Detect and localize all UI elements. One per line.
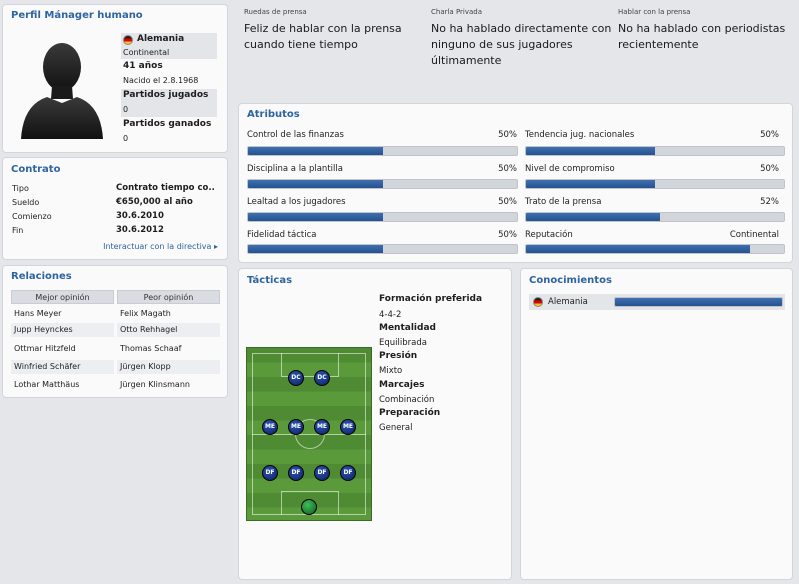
player-midfielder[interactable]: ME xyxy=(288,419,304,435)
player-midfielder[interactable]: ME xyxy=(340,419,356,435)
worst-opinion-cell[interactable]: Thomas Schaaf xyxy=(117,342,220,356)
attr-press-handling-label: Trato de la prensa xyxy=(525,197,602,207)
attr-player-loyalty-label: Lealtad a los jugadores xyxy=(247,197,346,207)
board-interaction-link[interactable]: Interactuar con la directiva ▸ xyxy=(103,242,218,251)
start-label: Comienzo xyxy=(12,212,52,221)
knowledge-country: Alemania xyxy=(548,297,588,307)
attr-player-loyalty-value: 50% xyxy=(498,197,517,207)
attr-squad-discipline-label: Disciplina a la plantilla xyxy=(247,164,343,174)
attr-player-loyalty-bar xyxy=(247,212,518,222)
matches-won-value: 0 xyxy=(123,134,129,143)
attr-tactical-fidelity-value: 50% xyxy=(498,230,517,240)
pressing-value: Mixto xyxy=(379,366,403,376)
matches-played-value: 0 xyxy=(123,105,129,114)
talk-to-press-text: No ha hablado con periodistas recienteme… xyxy=(618,22,786,51)
worst-opinion-cell[interactable]: Jürgen Klopp xyxy=(117,360,220,374)
end-label: Fin xyxy=(12,226,24,235)
player-forward[interactable]: DC xyxy=(314,370,330,386)
preparation-value: General xyxy=(379,423,413,433)
nationality: Alemania xyxy=(137,34,185,44)
salary-label: Sueldo xyxy=(12,198,40,207)
attributes-title: Atributos xyxy=(247,109,300,120)
attr-reputation-label: Reputación xyxy=(525,230,573,240)
attr-finance-control-bar xyxy=(247,146,518,156)
attr-press-handling-value: 52% xyxy=(760,197,779,207)
preparation-label: Preparación xyxy=(379,408,441,418)
player-midfielder[interactable]: ME xyxy=(314,419,330,435)
profile-panel: Perfil Mánager humano Alemania Continent… xyxy=(2,4,228,153)
attr-commitment-bar xyxy=(525,179,785,189)
private-chat-text: No ha hablado directamente con ninguno d… xyxy=(431,22,612,67)
press-conferences-label: Ruedas de prensa xyxy=(244,8,307,16)
marking-label: Marcajes xyxy=(379,380,425,390)
birth-date: Nacido el 2.8.1968 xyxy=(123,76,199,85)
contract-type-label: Tipo xyxy=(12,184,29,193)
press-conferences-text: Feliz de hablar con la prensa cuando tie… xyxy=(244,22,402,51)
attr-tactical-fidelity-label: Fidelidad táctica xyxy=(247,230,317,240)
player-midfielder[interactable]: ME xyxy=(262,419,278,435)
matches-won-label: Partidos ganados xyxy=(123,119,212,129)
attr-commitment-label: Nivel de compromiso xyxy=(525,164,615,174)
tactics-pitch: DC DC ME ME ME ME DF DF DF DF xyxy=(246,347,372,521)
manager-silhouette xyxy=(21,43,103,139)
attr-finance-control-value: 50% xyxy=(498,130,517,140)
private-chat-label: Charla Privada xyxy=(431,8,483,16)
salary-value: €650,000 al año xyxy=(116,197,193,207)
age: 41 años xyxy=(123,61,163,71)
attributes-panel: Atributos Control de las finanzas 50% Di… xyxy=(238,103,793,263)
attr-squad-discipline-value: 50% xyxy=(498,164,517,174)
profile-title: Perfil Mánager humano xyxy=(11,10,143,21)
best-opinion-cell[interactable]: Jupp Heynckes xyxy=(11,323,114,337)
attr-national-players-value: 50% xyxy=(760,130,779,140)
marking-value: Combinación xyxy=(379,395,435,405)
pressing-label: Presión xyxy=(379,351,418,361)
contract-panel: Contrato Tipo Contrato tiempo co.. Sueld… xyxy=(2,157,228,260)
germany-flag-icon xyxy=(123,35,133,45)
formation-label: Formación preferida xyxy=(379,294,483,304)
attr-reputation-value: Continental xyxy=(729,230,779,240)
attr-finance-control-label: Control de las finanzas xyxy=(247,130,344,140)
continent: Continental xyxy=(123,48,170,57)
worst-opinion-cell[interactable]: Otto Rehhagel xyxy=(117,323,220,337)
relations-panel: Relaciones Mejor opinión Peor opinión Ha… xyxy=(2,265,228,398)
attr-squad-discipline-bar xyxy=(247,179,518,189)
attr-reputation-bar xyxy=(525,244,785,254)
relations-title: Relaciones xyxy=(11,271,72,282)
attr-press-handling-bar xyxy=(525,212,785,222)
best-opinion-cell[interactable]: Winfried Schäfer xyxy=(11,360,114,374)
germany-flag-icon xyxy=(533,297,543,307)
end-value: 30.6.2012 xyxy=(116,225,164,235)
knowledge-panel: Conocimientos Alemania xyxy=(520,268,793,580)
player-defender[interactable]: DF xyxy=(262,465,278,481)
contract-type-value: Contrato tiempo co.. xyxy=(116,183,215,193)
player-defender[interactable]: DF xyxy=(314,465,330,481)
attr-national-players-bar xyxy=(525,146,785,156)
contract-title: Contrato xyxy=(11,164,61,175)
best-opinion-header: Mejor opinión xyxy=(11,290,114,304)
player-defender[interactable]: DF xyxy=(340,465,356,481)
mentality-value: Equilibrada xyxy=(379,338,427,348)
player-forward[interactable]: DC xyxy=(288,370,304,386)
worst-opinion-cell[interactable]: Felix Magath xyxy=(117,307,220,321)
talk-to-press-label: Hablar con la prensa xyxy=(618,8,691,16)
start-value: 30.6.2010 xyxy=(116,211,164,221)
matches-played-label: Partidos jugados xyxy=(123,90,209,100)
knowledge-title: Conocimientos xyxy=(529,275,612,286)
worst-opinion-cell[interactable]: Jürgen Klinsmann xyxy=(117,378,220,392)
player-goalkeeper[interactable] xyxy=(301,499,317,515)
attr-national-players-label: Tendencia jug. nacionales xyxy=(525,130,635,140)
best-opinion-cell[interactable]: Hans Meyer xyxy=(11,307,114,321)
knowledge-bar xyxy=(614,297,783,307)
attr-tactical-fidelity-bar xyxy=(247,244,518,254)
worst-opinion-header: Peor opinión xyxy=(117,290,220,304)
mentality-label: Mentalidad xyxy=(379,323,436,333)
tactics-title: Tácticas xyxy=(247,275,293,286)
best-opinion-cell[interactable]: Lothar Matthäus xyxy=(11,378,114,392)
formation-value: 4-4-2 xyxy=(379,310,402,320)
attr-commitment-value: 50% xyxy=(760,164,779,174)
player-defender[interactable]: DF xyxy=(288,465,304,481)
best-opinion-cell[interactable]: Ottmar Hitzfeld xyxy=(11,342,114,356)
